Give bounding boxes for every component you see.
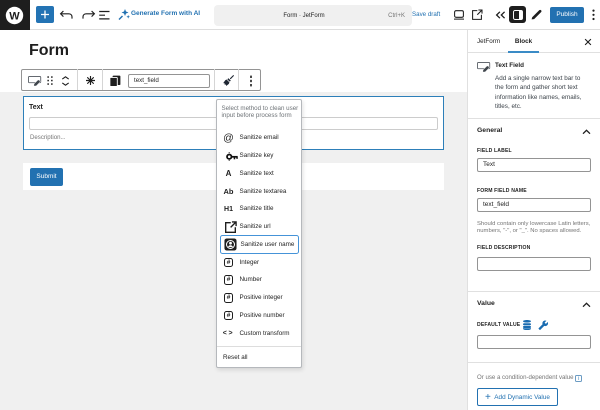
svg-text:W: W: [9, 10, 20, 22]
